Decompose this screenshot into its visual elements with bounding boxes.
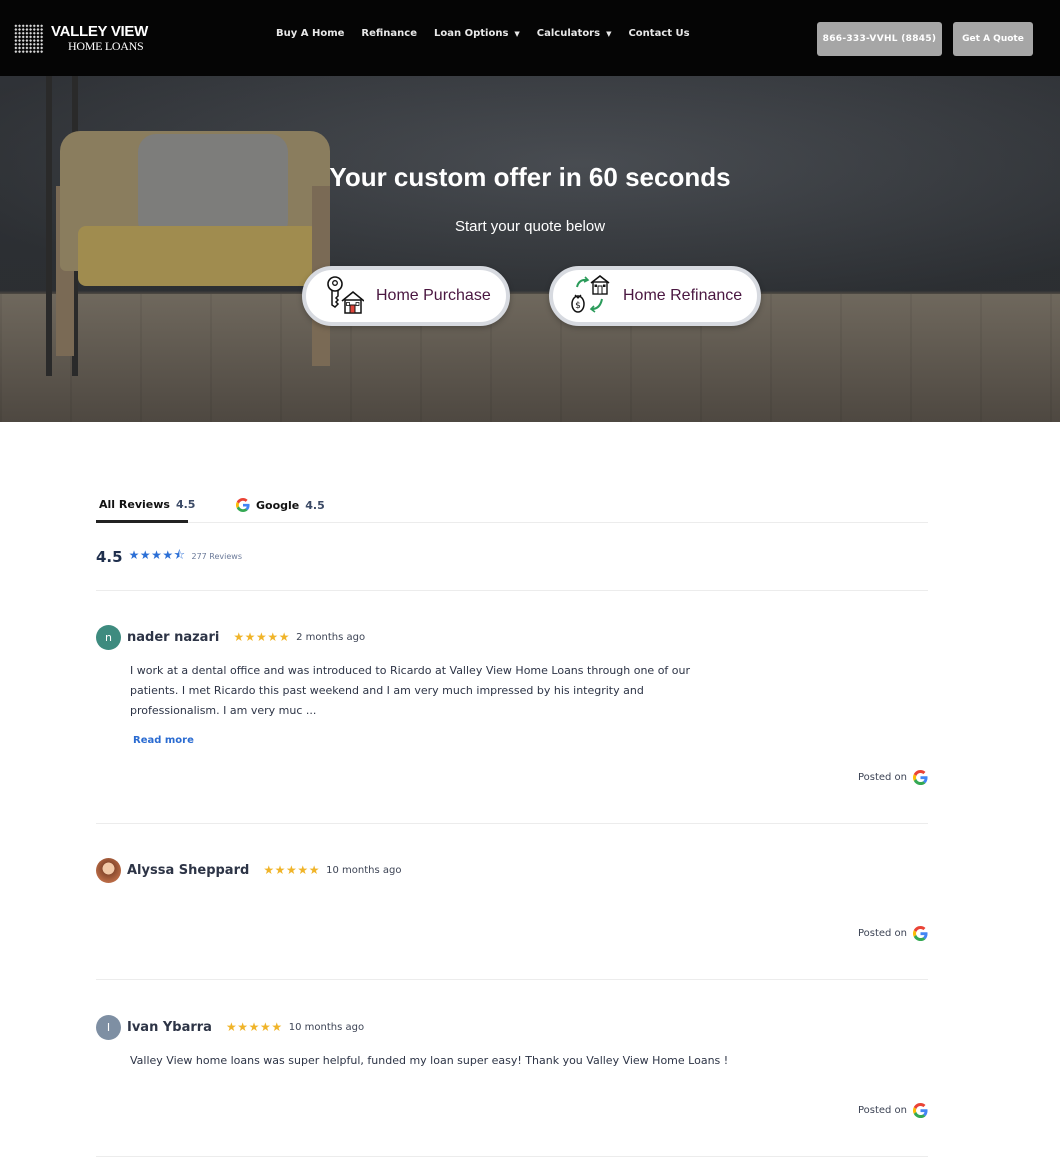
site-logo[interactable]: VALLEY VIEW HOME LOANS (14, 24, 154, 54)
hero-title: Your custom offer in 60 seconds (329, 162, 731, 192)
hero-chair (78, 226, 318, 286)
logo-line2: HOME LOANS (68, 39, 144, 53)
posted-on: Posted on (858, 1103, 928, 1118)
svg-text:$: $ (575, 301, 581, 311)
logo-line1: VALLEY VIEW (51, 23, 148, 40)
nav-label: Contact Us (628, 28, 690, 39)
tab-all-reviews[interactable]: All Reviews 4.5 (99, 498, 195, 511)
avatar: I (96, 1014, 121, 1040)
review-count: 277 Reviews (191, 552, 243, 561)
money-exchange-house-icon: $ (569, 273, 611, 319)
avatar (96, 857, 121, 883)
home-purchase-label: Home Purchase (376, 287, 491, 304)
star-icon: ★★★★★ (233, 630, 291, 644)
review-header: Alyssa Sheppard ★★★★★ 10 months ago (96, 857, 401, 883)
posted-on: Posted on (858, 926, 928, 941)
google-icon[interactable] (913, 1103, 928, 1118)
nav-loan-options[interactable]: Loan Options ▼ (434, 28, 520, 39)
site-header: VALLEY VIEW HOME LOANS Buy A Home Refina… (0, 0, 1060, 76)
nav-contact-us[interactable]: Contact Us (628, 28, 689, 39)
nav-buy-a-home[interactable]: Buy A Home (276, 28, 344, 39)
nav-label: Calculators (536, 28, 601, 39)
average-rating: 4.5 (96, 547, 123, 566)
review-header: I Ivan Ybarra ★★★★★ 10 months ago (96, 1014, 364, 1040)
google-icon (236, 498, 250, 512)
hero-subtitle: Start your quote below (454, 218, 606, 235)
tab-score: 4.5 (175, 498, 196, 511)
hero-floor (0, 294, 1060, 422)
star-icon: ★★★★★ (225, 1020, 283, 1034)
tab-label: All Reviews (99, 498, 170, 511)
avatar: n (96, 624, 121, 650)
nav-label: Loan Options (434, 28, 509, 39)
phone-button[interactable]: 866-333-VVHL (8845) (817, 22, 942, 56)
posted-on: Posted on (858, 770, 928, 785)
home-refinance-label: Home Refinance (623, 287, 743, 304)
google-icon[interactable] (913, 926, 928, 941)
review-time: 10 months ago (288, 1021, 365, 1033)
nav-calculators[interactable]: Calculators ▼ (537, 28, 612, 39)
active-tab-indicator (96, 520, 188, 523)
review-text: I work at a dental office and was introd… (130, 664, 691, 717)
hero-section: Your custom offer in 60 seconds Start yo… (0, 76, 1060, 422)
posted-on-label: Posted on (857, 928, 907, 939)
main-nav: Buy A Home Refinance Loan Options ▼ Calcu… (276, 28, 707, 39)
home-refinance-button[interactable]: $ Home Refinance (549, 266, 761, 326)
logo-grid-icon (14, 24, 44, 54)
review-text: Valley View home loans was super helpful… (130, 1054, 729, 1067)
home-purchase-button[interactable]: Home Purchase (302, 266, 510, 326)
nav-label: Refinance (361, 28, 417, 39)
star-icon: ★★★★⯪ (128, 548, 186, 562)
reviewer-name: nader nazari (127, 629, 220, 645)
nav-label: Buy A Home (276, 28, 345, 39)
divider (96, 590, 928, 591)
divider (96, 1156, 928, 1157)
read-more-link[interactable]: Read more (133, 735, 194, 746)
posted-on-label: Posted on (857, 1105, 907, 1116)
caret-down-icon: ▼ (606, 29, 612, 38)
reviews-tabs: All Reviews 4.5 Google 4.5 (96, 490, 928, 523)
divider (96, 979, 928, 980)
tab-label: Google (256, 498, 300, 512)
key-house-icon (322, 273, 365, 319)
posted-on-label: Posted on (857, 772, 907, 783)
tab-google[interactable]: Google 4.5 (236, 498, 325, 512)
caret-down-icon: ▼ (514, 29, 520, 38)
nav-refinance[interactable]: Refinance (361, 28, 417, 39)
divider (96, 823, 928, 824)
star-icon: ★★★★★ (263, 863, 321, 877)
review-time: 2 months ago (296, 631, 366, 643)
reviewer-name: Ivan Ybarra (127, 1019, 212, 1035)
get-a-quote-button[interactable]: Get A Quote (953, 22, 1033, 56)
reviewer-name: Alyssa Sheppard (127, 862, 250, 878)
review-time: 10 months ago (326, 864, 402, 876)
rating-summary: 4.5 ★★★★⯪ 277 Reviews (96, 546, 242, 567)
google-icon[interactable] (913, 770, 928, 785)
review-header: n nader nazari ★★★★★ 2 months ago (96, 624, 365, 650)
tab-score: 4.5 (305, 498, 325, 512)
